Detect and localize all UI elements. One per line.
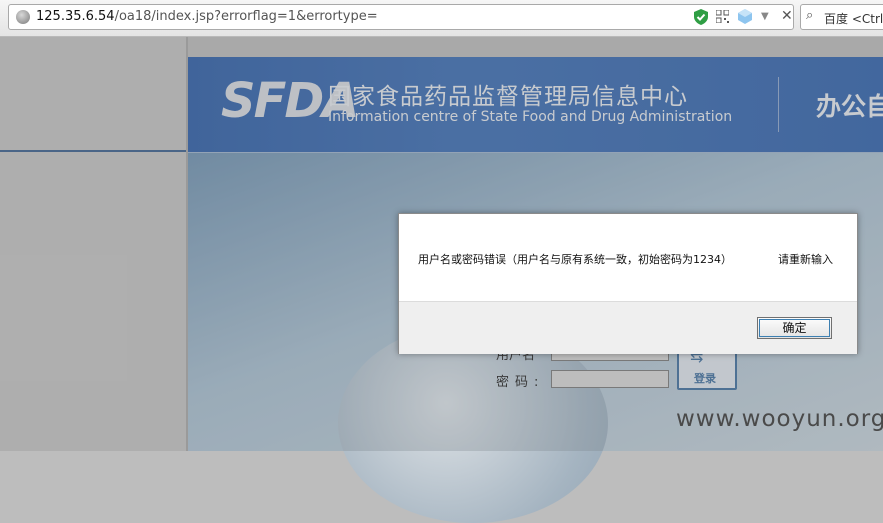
browser-toolbar: 125.35.6.54/oa18/index.jsp?errorflag=1&e… — [0, 0, 883, 37]
dialog-footer: 确定 — [399, 301, 857, 354]
url-text[interactable]: 125.35.6.54/oa18/index.jsp?errorflag=1&e… — [36, 9, 378, 24]
address-bar[interactable]: 125.35.6.54/oa18/index.jsp?errorflag=1&e… — [8, 4, 794, 30]
shield-icon[interactable] — [694, 9, 708, 25]
ok-button[interactable]: 确定 — [757, 317, 832, 339]
url-path: /oa18/index.jsp?errorflag=1&errortype= — [114, 9, 378, 24]
dropdown-arrow-icon[interactable]: ▼ — [761, 11, 769, 22]
dialog-message-tail: 请重新输入 — [778, 253, 833, 266]
url-host: 125.35.6.54 — [36, 9, 115, 24]
qr-code-icon[interactable] — [716, 10, 729, 23]
search-box[interactable]: ⌕ 百度 <Ctrl+K> — [800, 4, 883, 30]
search-placeholder: 百度 <Ctrl+K> — [824, 12, 883, 26]
search-icon: ⌕ — [806, 8, 814, 23]
watermark: www.wooyun.org — [676, 406, 883, 432]
globe-icon — [16, 10, 30, 24]
cube-icon[interactable] — [738, 9, 752, 24]
close-icon[interactable]: ✕ — [781, 8, 793, 24]
dialog-message: 用户名或密码错误（用户名与原有系统一致，初始密码为1234） — [418, 253, 732, 266]
error-dialog: 用户名或密码错误（用户名与原有系统一致，初始密码为1234） 请重新输入 确定 — [398, 213, 858, 354]
